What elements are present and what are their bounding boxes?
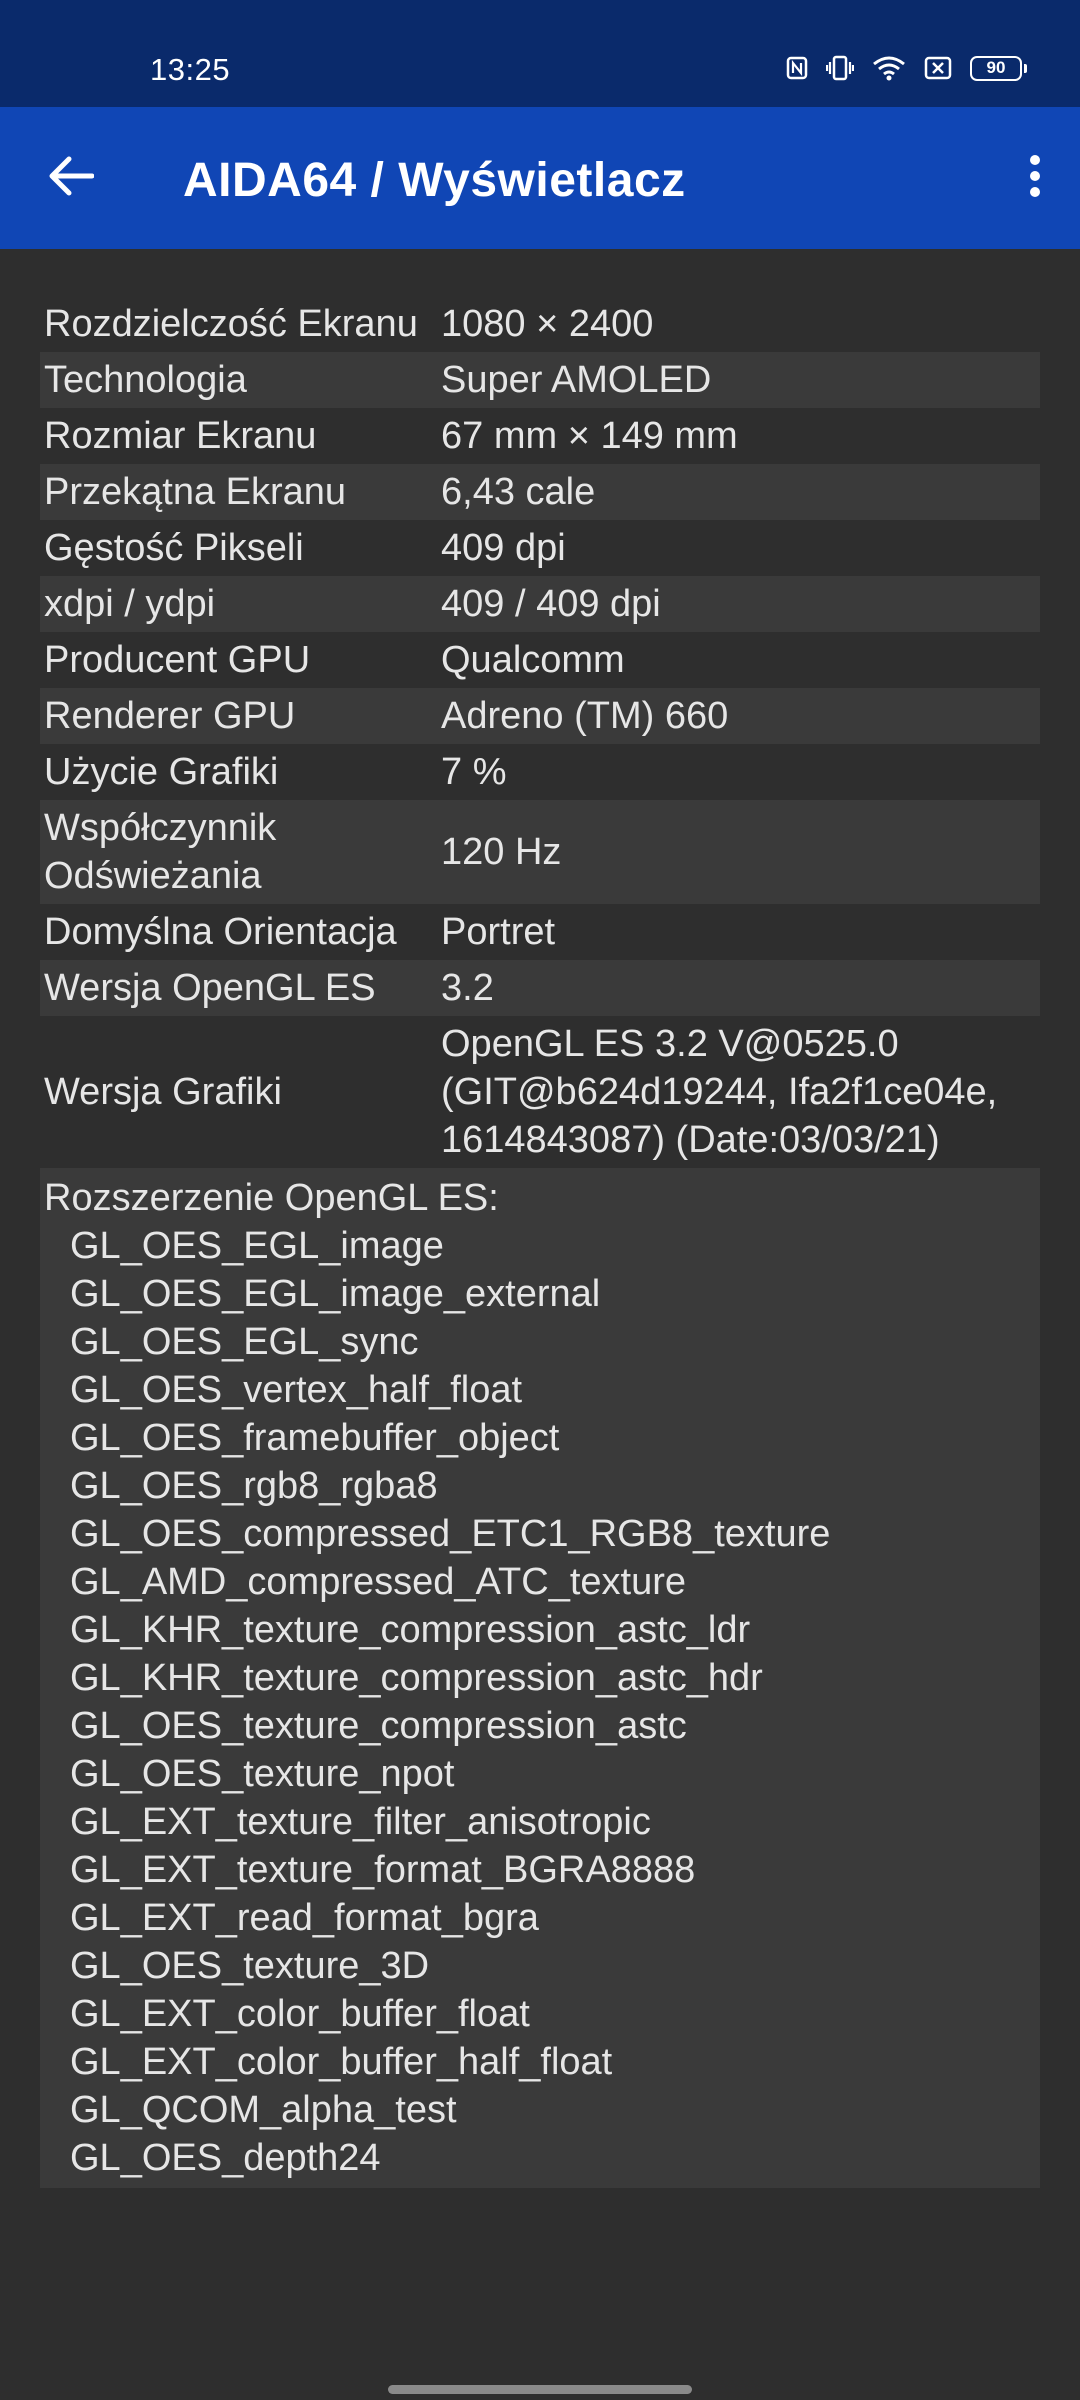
extension-item: GL_OES_texture_3D [70, 1945, 430, 1987]
row-value: 7 % [441, 751, 507, 793]
row-label: Rozdzielczość Ekranu [44, 303, 418, 345]
extension-item: GL_OES_EGL_image_external [70, 1273, 601, 1315]
extension-item: GL_KHR_texture_compression_astc_ldr [70, 1609, 751, 1651]
info-row-refresh-rate: Współczynnik Odświeżania 120 Hz [40, 800, 1040, 904]
display-info-list[interactable]: Rozdzielczość Ekranu 1080 × 2400 Technol… [40, 296, 1040, 2188]
wifi-icon [872, 55, 906, 81]
row-value: 6,43 cale [441, 471, 596, 513]
row-value: Portret [441, 911, 556, 953]
extension-item: GL_OES_texture_npot [70, 1753, 455, 1795]
extension-item: GL_OES_EGL_image [70, 1225, 444, 1267]
row-value: 120 Hz [441, 831, 562, 873]
row-value: OpenGL ES 3.2 V@0525.0 (GIT@b624d19244, … [441, 1023, 998, 1161]
battery-indicator: 90 [970, 55, 1027, 81]
sim-off-icon [924, 56, 952, 80]
info-row-orientation: Domyślna Orientacja Portret [40, 904, 1040, 960]
extension-item: GL_EXT_read_format_bgra [70, 1897, 539, 1939]
row-value: Adreno (TM) 660 [441, 695, 729, 737]
extensions-items: GL_OES_EGL_image GL_OES_EGL_image_externa… [42, 1222, 1038, 2182]
extension-item: GL_EXT_texture_format_BGRA8888 [70, 1849, 696, 1891]
row-value: Super AMOLED [441, 359, 712, 401]
row-value: Qualcomm [441, 639, 625, 681]
overflow-menu-button[interactable] [1000, 143, 1070, 213]
row-value: 409 dpi [441, 527, 566, 569]
row-value: 1080 × 2400 [441, 303, 654, 345]
more-vert-icon [1029, 154, 1041, 203]
extension-item: GL_AMD_compressed_ATC_texture [70, 1561, 686, 1603]
info-row-opengl-version: Wersja OpenGL ES 3.2 [40, 960, 1040, 1016]
opengl-extensions-list: Rozszerzenie OpenGL ES: GL_OES_EGL_image… [40, 1168, 1040, 2188]
app-bar: AIDA64 / Wyświetlacz [0, 107, 1080, 249]
extension-item: GL_QCOM_alpha_test [70, 2089, 457, 2131]
nfc-icon [786, 56, 808, 80]
row-label: Przekątna Ekranu [44, 471, 347, 513]
row-label: Technologia [44, 359, 247, 401]
page-title: AIDA64 / Wyświetlacz [183, 154, 686, 207]
row-label: Użycie Grafiki [44, 751, 279, 793]
row-label: Rozmiar Ekranu [44, 415, 317, 457]
extension-item: GL_OES_compressed_ETC1_RGB8_texture [70, 1513, 831, 1555]
arrow-left-icon [48, 156, 95, 201]
info-row-gpu-vendor: Producent GPU Qualcomm [40, 632, 1040, 688]
info-row-resolution: Rozdzielczość Ekranu 1080 × 2400 [40, 296, 1040, 352]
extension-item: GL_EXT_color_buffer_half_float [70, 2041, 613, 2083]
info-row-gpu-renderer: Renderer GPU Adreno (TM) 660 [40, 688, 1040, 744]
back-button[interactable] [30, 143, 112, 213]
status-bar: 13:25 90 [0, 0, 1080, 107]
extension-item: GL_OES_EGL_sync [70, 1321, 419, 1363]
row-label: Współczynnik Odświeżania [44, 807, 277, 897]
extension-item: GL_EXT_color_buffer_float [70, 1993, 530, 2035]
row-label: Wersja OpenGL ES [44, 967, 376, 1009]
row-label: Gęstość Pikseli [44, 527, 304, 569]
extension-item: GL_KHR_texture_compression_astc_hdr [70, 1657, 763, 1699]
status-time: 13:25 [150, 52, 231, 87]
row-label: Wersja Grafiki [44, 1071, 282, 1113]
info-row-technology: Technologia Super AMOLED [40, 352, 1040, 408]
extension-item: GL_EXT_texture_filter_anisotropic [70, 1801, 651, 1843]
info-row-pixel-density: Gęstość Pikseli 409 dpi [40, 520, 1040, 576]
extension-item: GL_OES_depth24 [70, 2137, 381, 2179]
info-row-gpu-usage: Użycie Grafiki 7 % [40, 744, 1040, 800]
extension-item: GL_OES_texture_compression_astc [70, 1705, 687, 1747]
row-label: Domyślna Orientacja [44, 911, 397, 953]
home-indicator[interactable] [388, 2385, 692, 2394]
row-label: xdpi / ydpi [44, 583, 216, 625]
row-label: Producent GPU [44, 639, 311, 681]
vibrate-icon [826, 55, 854, 81]
status-icons: 90 [786, 55, 1027, 81]
row-value: 3.2 [441, 967, 494, 1009]
extension-item: GL_OES_vertex_half_float [70, 1369, 523, 1411]
info-row-diagonal: Przekątna Ekranu 6,43 cale [40, 464, 1040, 520]
extension-item: GL_OES_rgb8_rgba8 [70, 1465, 438, 1507]
info-row-xdpi-ydpi: xdpi / ydpi 409 / 409 dpi [40, 576, 1040, 632]
info-row-graphics-version: Wersja Grafiki OpenGL ES 3.2 V@0525.0 (G… [40, 1016, 1040, 1168]
row-value: 409 / 409 dpi [441, 583, 661, 625]
info-row-screen-size: Rozmiar Ekranu 67 mm × 149 mm [40, 408, 1040, 464]
extensions-header: Rozszerzenie OpenGL ES: [44, 1177, 499, 1219]
extension-item: GL_OES_framebuffer_object [70, 1417, 560, 1459]
row-label: Renderer GPU [44, 695, 296, 737]
row-value: 67 mm × 149 mm [441, 415, 738, 457]
